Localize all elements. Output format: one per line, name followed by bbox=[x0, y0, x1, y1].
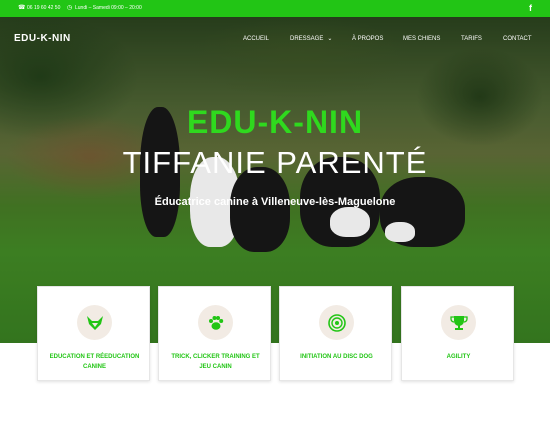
top-bar: ☎ 06 19 60 42 50 ◷ Lundi – Samedi 09:00 … bbox=[0, 0, 550, 17]
nav-contact[interactable]: CONTACT bbox=[503, 35, 532, 43]
hero-title: EDU-K-NIN bbox=[186, 104, 364, 140]
trophy-icon bbox=[449, 315, 468, 330]
service-card-disc-dog[interactable]: INITIATION AU DISC DOG bbox=[279, 286, 392, 381]
phone-icon: ☎ bbox=[18, 5, 26, 11]
service-label: TRICK, CLICKER TRAINING ET JEU CANIN bbox=[171, 354, 260, 370]
dog-photo-shape bbox=[385, 222, 415, 242]
clock-icon: ◷ bbox=[67, 5, 73, 11]
service-label: INITIATION AU DISC DOG bbox=[300, 354, 373, 360]
icon-circle bbox=[319, 305, 354, 340]
service-label: EDUCATION ET RÉEDUCATION CANINE bbox=[49, 354, 140, 370]
service-card-trick[interactable]: TRICK, CLICKER TRAINING ET JEU CANIN bbox=[158, 286, 271, 381]
icon-circle bbox=[198, 305, 233, 340]
main-nav: ACCUEIL DRESSAGE ⌄ À PROPOS MES CHIENS TA… bbox=[0, 35, 550, 45]
dog-photo-shape bbox=[330, 207, 370, 237]
nav-tarifs[interactable]: TARIFS bbox=[461, 35, 482, 43]
paw-icon bbox=[208, 315, 223, 330]
opening-hours: Lundi – Samedi 09:00 – 20:00 bbox=[75, 5, 142, 11]
nav-dressage-label: DRESSAGE bbox=[290, 36, 324, 42]
hero-name: TIFFANIE PARENTÉ bbox=[122, 145, 428, 180]
icon-circle bbox=[77, 305, 112, 340]
fox-icon bbox=[86, 315, 103, 330]
nav-accueil[interactable]: ACCUEIL bbox=[243, 35, 269, 43]
nav-dressage[interactable]: DRESSAGE ⌄ bbox=[290, 35, 332, 43]
nav-a-propos[interactable]: À PROPOS bbox=[352, 35, 383, 43]
service-label: AGILITY bbox=[446, 354, 471, 360]
hero-subtitle: Éducatrice canine à Villeneuve-lès-Mague… bbox=[154, 196, 396, 208]
icon-circle bbox=[441, 305, 476, 340]
service-card-agility[interactable]: AGILITY bbox=[401, 286, 514, 381]
chevron-down-icon: ⌄ bbox=[327, 36, 333, 42]
nav-mes-chiens[interactable]: MES CHIENS bbox=[403, 35, 440, 43]
phone-number[interactable]: 06 19 60 42 50 bbox=[27, 5, 60, 11]
facebook-icon[interactable]: f bbox=[529, 3, 532, 13]
service-card-education[interactable]: EDUCATION ET RÉEDUCATION CANINE bbox=[37, 286, 150, 381]
disc-icon bbox=[327, 313, 346, 332]
